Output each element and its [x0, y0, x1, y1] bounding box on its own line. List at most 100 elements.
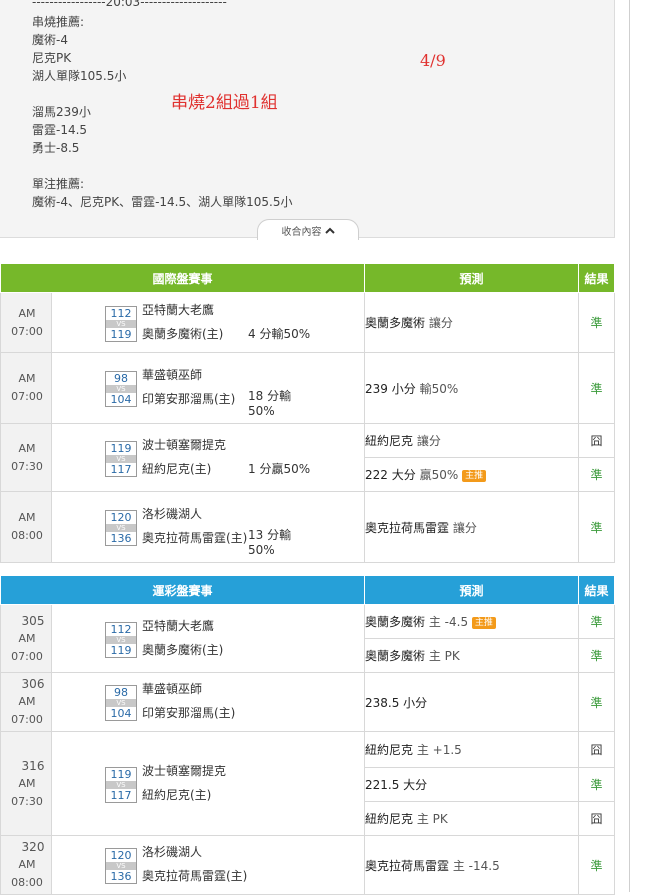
prediction-pick: 奧蘭多魔術: [365, 615, 426, 629]
prediction-note: 讓分: [452, 520, 477, 535]
prediction-pick: 221.5 大分: [365, 778, 428, 793]
lottery-odds-table: 運彩盤賽事 預測 結果 305 AM 07:00 112 VS 119 亞特蘭大老鷹 奧蘭多…: [0, 575, 616, 895]
home-score: 119: [110, 328, 132, 341]
game-time-cell: 316 AM 07:30: [0, 731, 52, 836]
result-cell: 囧: [578, 423, 616, 458]
result-cell: 囧: [578, 801, 616, 836]
away-score: 120: [110, 849, 132, 862]
matchup-cell: 119 VS 117 波士頓塞爾提克 紐約尼克(主): [50, 731, 366, 836]
home-team: 印第安那溜馬(主): [142, 706, 236, 720]
game-time-cell: 305 AM 07:00: [0, 604, 52, 673]
away-team: 波士頓塞爾提克: [142, 764, 227, 778]
prediction-cell: 紐約尼克 讓分: [364, 423, 580, 458]
home-score: 117: [110, 463, 132, 476]
prediction-pick: 奧蘭多魔術: [365, 316, 426, 330]
result-mark: 準: [590, 695, 603, 710]
prediction-note: 主 -14.5: [452, 858, 500, 873]
featured-badge: 主推: [471, 617, 496, 629]
matchup-cell: 120 VS 136 洛杉磯湖人 奧克拉荷馬雷霆(主): [50, 835, 366, 895]
parlay-pick: 湖人單隊105.5小: [32, 69, 127, 83]
prediction-cell: 奧蘭多魔術 讓分: [364, 292, 580, 353]
game-time: AM 07:00: [11, 695, 43, 726]
prediction-pick: 238.5 小分: [365, 695, 428, 710]
away-score: 98: [114, 686, 128, 699]
home-team: 奧蘭多魔術(主): [142, 327, 224, 341]
home-score: 117: [110, 789, 132, 802]
prediction-note: 主 -4.5: [428, 615, 469, 629]
single-title: 單注推薦:: [32, 177, 85, 191]
vs-label: VS: [106, 636, 136, 644]
matchup-cell: 98 VS 104 華盛頓巫師印第安那溜馬(主): [50, 672, 366, 732]
handicap-result: 4 分輸50%: [248, 327, 311, 341]
away-score: 112: [110, 307, 132, 320]
prediction-pick: 奧克拉荷馬雷霆: [365, 858, 450, 873]
matchup-cell: 112 VS 119 亞特蘭大老鷹 奧蘭多魔術(主): [50, 604, 366, 673]
result-mark: 準: [590, 649, 603, 663]
column-header-event: 運彩盤賽事: [0, 575, 366, 605]
home-team: 奧克拉荷馬雷霆(主): [142, 869, 248, 883]
parlay-pick: 尼克PK: [32, 51, 72, 65]
prediction-cell: 奧蘭多魔術 主 -4.5 主推: [364, 604, 580, 639]
score-box: 120 VS 136: [105, 848, 137, 884]
game-time-cell: AM 07:00: [0, 352, 52, 424]
prediction-cell: 奧蘭多魔術 主 PK: [364, 638, 580, 673]
game-time-cell: 320 AM 08:00: [0, 835, 52, 895]
column-header-event: 國際盤賽事: [0, 263, 366, 293]
prediction-note: 讓分: [416, 434, 441, 448]
vs-label: VS: [106, 781, 136, 789]
score-box: 119 VS 117: [105, 767, 137, 803]
score-box: 98 VS 104: [105, 685, 137, 721]
away-team: 亞特蘭大老鷹: [142, 303, 215, 317]
home-team: 紐約尼克(主): [142, 462, 212, 476]
result-cell: 囧: [578, 730, 616, 769]
international-odds-table: 國際盤賽事 預測 結果 AM 07:00 112 VS 119 亞特蘭大老鷹 奧蘭多魔術(…: [0, 263, 616, 563]
table-row: 320 AM 08:00 120 VS 136 洛杉磯湖人 奧克拉荷馬雷霆(主) 奧克拉荷馬雷…: [0, 835, 616, 895]
game-time-cell: 306 AM 07:00: [0, 672, 52, 732]
game-code: 305: [21, 613, 45, 628]
away-score: 119: [110, 768, 132, 781]
parlay-title: 串燒推薦:: [32, 15, 85, 29]
column-header-result: 結果: [578, 575, 616, 605]
vs-label: VS: [106, 862, 136, 870]
parlay-pick: 勇士-8.5: [32, 141, 80, 155]
single-picks: 魔術-4、尼克PK、雷霆-14.5、湖人單隊105.5小: [32, 195, 293, 209]
home-team: 紐約尼克(主): [142, 788, 212, 802]
column-header-prediction: 預測: [364, 263, 580, 293]
home-team: 奧蘭多魔術(主): [142, 643, 224, 657]
prediction-pick: 222 大分: [365, 468, 416, 482]
away-team: 華盛頓巫師: [142, 682, 203, 696]
prediction-cell: 紐約尼克 主 +1.5: [364, 730, 580, 769]
home-score: 136: [110, 532, 132, 545]
table-row: AM 08:00 120 VS 136 洛杉磯湖人 奧克拉荷馬雷霆(主) 13 分輸 50% 奧…: [0, 491, 616, 563]
prediction-note: 主 +1.5: [416, 743, 462, 758]
matchup-cell: 98 VS 104 華盛頓巫師 印第安那溜馬(主) 18 分輸 50%: [50, 352, 366, 424]
table-row: 306 AM 07:00 98 VS 104 華盛頓巫師印第安那溜馬(主) 238.5 小分…: [0, 672, 616, 732]
game-time: AM 07:00: [11, 631, 43, 663]
home-score: 119: [110, 644, 132, 657]
vs-label: VS: [106, 455, 136, 463]
article-panel: -----------------20:03------------------…: [0, 0, 615, 238]
result-mark: 準: [590, 778, 603, 793]
column-header-prediction: 預測: [364, 575, 580, 605]
page-divider-line: [629, 0, 630, 892]
result-cell: 準: [578, 292, 616, 353]
score-box: 112 VS 119: [105, 622, 137, 658]
prediction-pick: 239 小分: [365, 381, 416, 396]
game-time: AM 07:30: [11, 776, 43, 808]
prediction-pick: 紐約尼克: [365, 434, 414, 448]
result-mark: 囧: [590, 812, 603, 826]
handicap-result: 50%: [248, 404, 275, 418]
score-box: 98 VS 104: [105, 371, 137, 407]
collapse-content-button[interactable]: 收合內容: [257, 219, 359, 240]
column-header-result: 結果: [578, 263, 616, 293]
result-mark: 囧: [590, 434, 603, 448]
result-cell: 準: [578, 638, 616, 673]
vs-label: VS: [106, 320, 136, 328]
result-mark: 準: [590, 381, 603, 396]
result-cell: 準: [578, 835, 616, 895]
handwritten-date-note: 4/9: [420, 51, 446, 70]
time-divider: -----------------20:03------------------…: [32, 0, 227, 9]
home-score: 104: [110, 393, 132, 406]
home-team: 奧克拉荷馬雷霆(主): [142, 531, 248, 545]
handicap-result: 1 分贏50%: [248, 462, 311, 476]
